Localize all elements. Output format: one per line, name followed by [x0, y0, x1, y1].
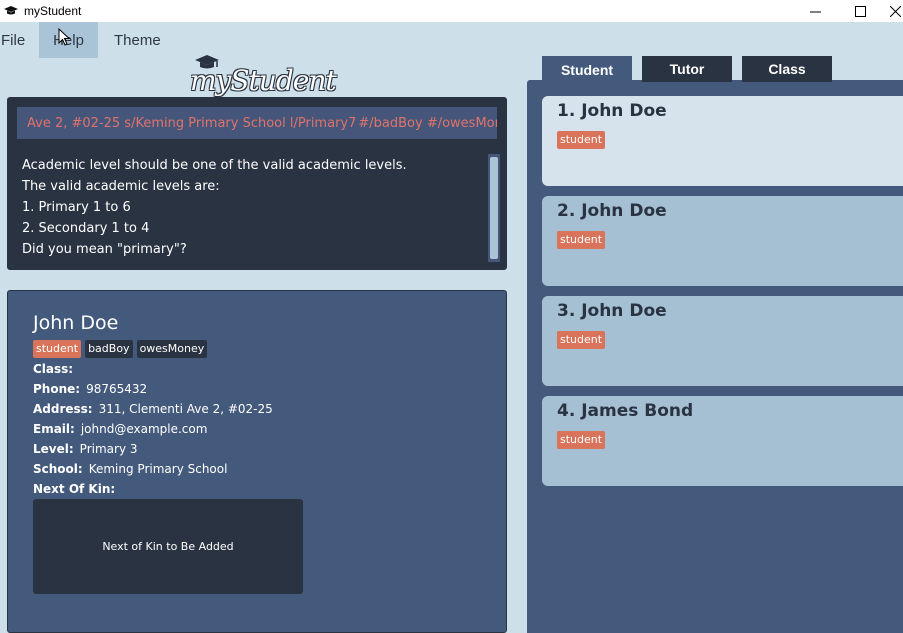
field-value: Keming Primary School: [88, 462, 228, 476]
student-card-name: 2. John Doe: [557, 201, 667, 221]
field-label: Level:: [33, 442, 74, 456]
tab-tutor[interactable]: Tutor: [642, 56, 732, 82]
mouse-cursor-icon: [58, 27, 71, 50]
command-input[interactable]: Ave 2, #02-25 s/Keming Primary School l/…: [17, 107, 497, 139]
detail-tags: student badBoy owesMoney: [33, 340, 208, 358]
field-value: johnd@example.com: [80, 422, 208, 436]
result-line: 2. Secondary 1 to 4: [22, 221, 150, 236]
field-school: School: Keming Primary School: [33, 462, 227, 476]
field-label: Address:: [33, 402, 93, 416]
window-title: myStudent: [24, 4, 82, 18]
tab-student[interactable]: Student: [542, 56, 632, 84]
student-card[interactable]: 3. John Doe student: [542, 296, 903, 386]
field-label: Phone:: [33, 382, 81, 396]
field-label: School:: [33, 462, 83, 476]
field-label: Email:: [33, 422, 75, 436]
tag-student: student: [557, 231, 606, 249]
minimize-icon[interactable]: [800, 0, 830, 22]
result-scrollbar[interactable]: [488, 154, 500, 262]
scrollbar-thumb[interactable]: [490, 157, 498, 259]
menu-file[interactable]: File: [0, 22, 39, 58]
field-value: Primary 3: [79, 442, 138, 456]
field-value: 98765432: [86, 382, 148, 396]
result-display: Academic level should be one of the vali…: [22, 155, 482, 260]
command-input-text: Ave 2, #02-25 s/Keming Primary School l/…: [27, 115, 357, 131]
app-logo: myStudent: [188, 54, 337, 98]
result-line: 1. Primary 1 to 6: [22, 200, 131, 215]
tag-student: student: [557, 131, 606, 149]
student-detail-panel: John Doe student badBoy owesMoney Class:…: [7, 290, 507, 633]
menu-bar: File Help Theme: [0, 22, 903, 58]
result-line: The valid academic levels are:: [22, 179, 220, 194]
result-line: Did you mean "primary"?: [22, 242, 187, 257]
student-card[interactable]: 4. James Bond student: [542, 396, 903, 486]
next-of-kin-box: Next of Kin to Be Added: [33, 499, 303, 594]
field-value: 311, Clementi Ave 2, #02-25: [98, 402, 273, 416]
menu-theme[interactable]: Theme: [98, 22, 161, 58]
field-label: Next Of Kin:: [33, 482, 116, 496]
tag-student: student: [557, 431, 606, 449]
title-bar: myStudent: [0, 0, 903, 22]
student-card-name: 4. James Bond: [557, 401, 694, 421]
field-level: Level: Primary 3: [33, 442, 138, 456]
detail-name: John Doe: [33, 312, 119, 334]
command-input-tail: #/badBoy #/owesMone: [358, 115, 497, 131]
field-address: Address: 311, Clementi Ave 2, #02-25: [33, 402, 273, 416]
tab-class[interactable]: Class: [742, 56, 832, 82]
tab-bar: Student Tutor Class: [542, 56, 842, 84]
student-card[interactable]: 1. John Doe student: [542, 96, 903, 186]
close-icon[interactable]: [890, 0, 903, 22]
field-class: Class:: [33, 362, 79, 376]
graduation-cap-icon: [4, 4, 18, 18]
maximize-icon[interactable]: [845, 0, 875, 22]
student-card-name: 1. John Doe: [557, 101, 667, 121]
tag-badboy: badBoy: [85, 340, 133, 358]
student-card[interactable]: 2. John Doe student: [542, 196, 903, 286]
field-email: Email: johnd@example.com: [33, 422, 207, 436]
student-card-name: 3. John Doe: [557, 301, 667, 321]
command-panel: Ave 2, #02-25 s/Keming Primary School l/…: [7, 97, 507, 270]
result-line: Academic level should be one of the vali…: [22, 158, 407, 173]
logo-text: myStudent: [190, 64, 337, 97]
field-next-of-kin: Next Of Kin:: [33, 482, 121, 496]
tag-student: student: [557, 331, 606, 349]
tag-owesmoney: owesMoney: [136, 340, 208, 358]
tag-student: student: [33, 340, 82, 358]
field-label: Class:: [33, 362, 74, 376]
field-phone: Phone: 98765432: [33, 382, 147, 396]
